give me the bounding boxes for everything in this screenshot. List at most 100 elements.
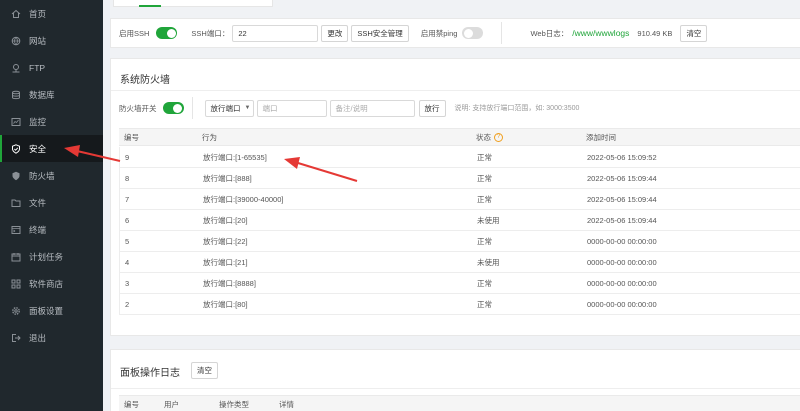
terminal-icon	[11, 225, 21, 235]
row-action: 放行端口:[1-65535]	[203, 152, 267, 162]
row-time: 0000-00-00 00:00:00	[587, 278, 657, 288]
gear-icon	[11, 306, 21, 316]
table-row: 2 放行端口:[80] 正常 0000-00-00 00:00:00	[119, 294, 800, 315]
sidebar-item-website[interactable]: 网站	[0, 27, 103, 54]
panel-log-title: 面板操作日志	[120, 368, 180, 379]
weblog-path-link[interactable]: /www/wwwlogs	[572, 28, 629, 38]
sidebar-item-logout[interactable]: 退出	[0, 324, 103, 351]
sidebar-item-label: FTP	[29, 62, 46, 73]
table-row: 9 放行端口:[1-65535] 正常 2022-05-06 15:09:52	[119, 147, 800, 168]
sidebar-item-label: 网站	[29, 35, 47, 46]
row-action: 放行端口:[22]	[203, 236, 248, 246]
row-status: 正常	[477, 173, 492, 183]
row-id: 7	[125, 194, 130, 204]
row-status: 正常	[477, 278, 492, 288]
row-action: 放行端口:[80]	[203, 299, 248, 309]
sidebar-item-terminal[interactable]: 终端	[0, 216, 103, 243]
main-content: 启用SSH SSH端口： 22 更改 SSH安全管理 启用禁ping Web日志…	[103, 0, 800, 411]
calendar-icon	[11, 252, 21, 262]
divider	[111, 388, 800, 389]
divider	[111, 90, 800, 91]
port-input[interactable]: 端口	[256, 99, 327, 117]
clear-panel-log-button[interactable]: 清空	[191, 362, 218, 379]
panel-log-table-header: 编号 用户 操作类型 详情	[119, 395, 800, 411]
sidebar-item-settings[interactable]: 面板设置	[0, 297, 103, 324]
ftp-icon	[11, 63, 21, 73]
note-input[interactable]: 备注/说明	[329, 99, 415, 117]
ping-label: 启用禁ping	[420, 28, 458, 38]
col-status-label: 状态	[476, 132, 491, 142]
help-icon[interactable]: ?	[494, 132, 503, 142]
allow-port-button[interactable]: 放行	[418, 99, 446, 117]
separator	[501, 22, 503, 44]
weblog-size: 910.49 KB	[637, 28, 673, 38]
sidebar-item-label: 终端	[29, 224, 47, 235]
row-status: 未使用	[477, 257, 500, 267]
firewall-controls: 防火墙开关 放行端口 ▼ 端口 备注/说明 放行 说明: 支持放行端口范围，如:…	[119, 97, 579, 119]
sidebar-item-security[interactable]: 安全	[0, 135, 103, 162]
row-id: 3	[125, 278, 130, 288]
sidebar-item-label: 首页	[29, 8, 47, 19]
ssh-settings-bar: 启用SSH SSH端口： 22 更改 SSH安全管理 启用禁ping Web日志…	[110, 18, 800, 48]
firewall-toggle[interactable]	[162, 102, 184, 114]
top-tab-strip	[113, 0, 273, 7]
row-action: 放行端口:[21]	[203, 257, 248, 267]
row-status: 未使用	[477, 215, 500, 225]
firewall-panel: 系统防火墙 防火墙开关 放行端口 ▼ 端口 备注/说明 放行 说明: 支持放行端…	[110, 58, 800, 336]
sidebar-item-label: 退出	[29, 332, 47, 343]
row-time: 2022-05-06 15:09:44	[587, 173, 657, 183]
table-row: 5 放行端口:[22] 正常 0000-00-00 00:00:00	[119, 231, 800, 252]
weblog-label: Web日志：	[530, 28, 569, 38]
sidebar-item-monitor[interactable]: 监控	[0, 108, 103, 135]
folder-icon	[11, 198, 21, 208]
separator	[191, 97, 193, 119]
row-time: 0000-00-00 00:00:00	[587, 299, 657, 309]
rule-type-value: 放行端口	[210, 103, 241, 113]
row-action: 放行端口:[39000-40000]	[203, 194, 284, 204]
sidebar-item-files[interactable]: 文件	[0, 189, 103, 216]
enable-ssh-label: 启用SSH	[119, 28, 150, 38]
logout-icon	[11, 333, 21, 343]
sidebar-item-cron[interactable]: 计划任务	[0, 243, 103, 270]
row-status: 正常	[477, 194, 492, 204]
ssh-toggle[interactable]	[156, 27, 178, 39]
table-row: 3 放行端口:[8888] 正常 0000-00-00 00:00:00	[119, 273, 800, 294]
table-row: 4 放行端口:[21] 未使用 0000-00-00 00:00:00	[119, 252, 800, 273]
globe-icon	[11, 36, 21, 46]
sidebar-item-home[interactable]: 首页	[0, 0, 103, 27]
panel-log-section: 面板操作日志 清空 编号 用户 操作类型 详情	[110, 349, 800, 411]
col-type: 操作类型	[219, 399, 249, 409]
row-id: 5	[125, 236, 130, 246]
col-id: 编号	[124, 132, 139, 142]
sidebar-item-label: 面板设置	[29, 305, 64, 316]
ping-toggle[interactable]	[462, 27, 484, 39]
ssh-port-input[interactable]: 22	[232, 24, 319, 42]
col-id: 编号	[124, 399, 139, 409]
row-id: 2	[125, 299, 130, 309]
firewall-table-header: 编号 行为 状态? 添加时间	[119, 128, 800, 146]
home-icon	[11, 9, 21, 19]
row-action: 放行端口:[20]	[203, 215, 248, 225]
shield-icon	[11, 143, 21, 154]
clear-weblog-button[interactable]: 清空	[680, 24, 708, 42]
table-row: 8 放行端口:[888] 正常 2022-05-06 15:09:44	[119, 168, 800, 189]
sidebar-item-firewall[interactable]: 防火墙	[0, 162, 103, 189]
col-detail: 详情	[279, 399, 294, 409]
ssh-port-label: SSH端口：	[191, 28, 230, 38]
sidebar-item-label: 计划任务	[29, 251, 64, 262]
col-action: 行为	[202, 132, 217, 142]
sidebar-item-store[interactable]: 软件商店	[0, 270, 103, 297]
firewall-switch-label: 防火墙开关	[119, 103, 157, 113]
sidebar-item-ftp[interactable]: FTP	[0, 54, 103, 81]
sidebar-item-label: 数据库	[29, 89, 55, 100]
sidebar-item-database[interactable]: 数据库	[0, 81, 103, 108]
sidebar-item-label: 文件	[29, 197, 47, 208]
row-time: 2022-05-06 15:09:52	[587, 152, 657, 162]
row-id: 8	[125, 173, 130, 183]
sidebar-item-label: 监控	[29, 116, 47, 127]
row-status: 正常	[477, 236, 492, 246]
change-port-button[interactable]: 更改	[321, 24, 349, 42]
rule-type-select[interactable]: 放行端口 ▼	[204, 99, 254, 117]
sidebar: 首页 网站 FTP 数据库 监控 安全 防火墙 文件 终端 计划任务 软件商店	[0, 0, 103, 411]
ssh-manage-button[interactable]: SSH安全管理	[351, 24, 409, 42]
